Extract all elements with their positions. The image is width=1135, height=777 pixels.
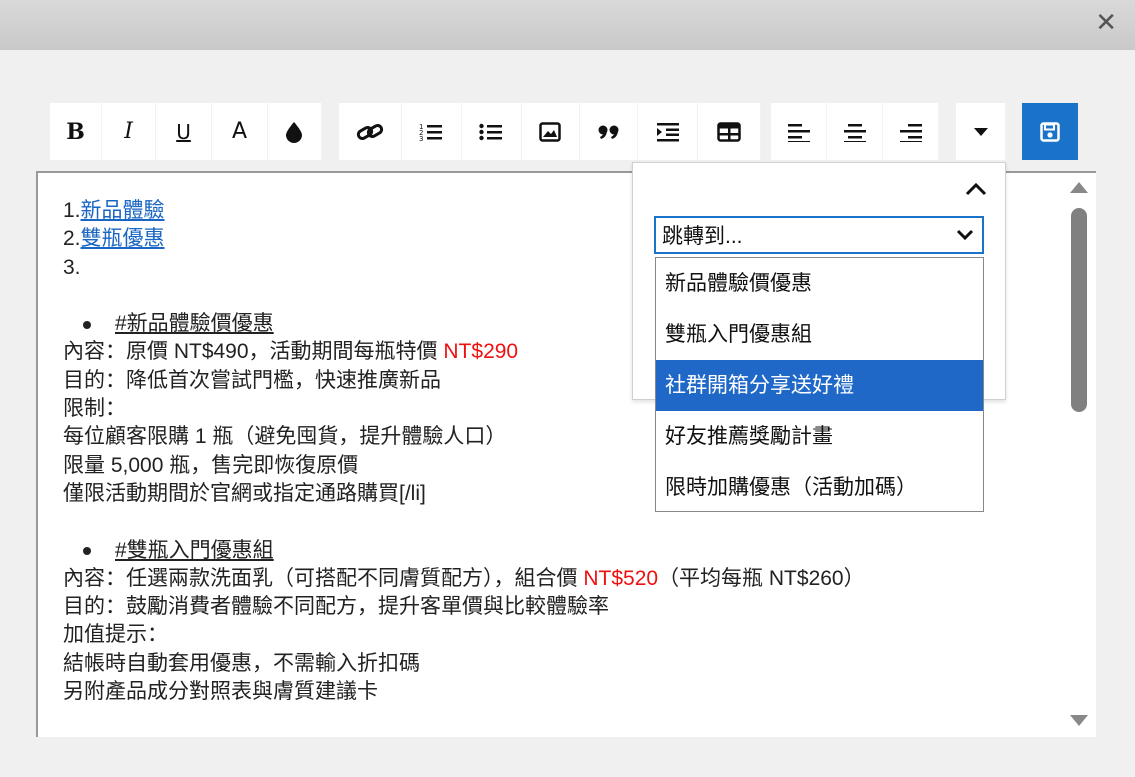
jump-to-options: 新品體驗價優惠 雙瓶入門優惠組 社群開箱分享送好禮 好友推薦獎勵計畫 限時加購優… — [655, 257, 984, 512]
jump-option-selected[interactable]: 社群開箱分享送好禮 — [656, 360, 983, 411]
scroll-thumb[interactable] — [1071, 208, 1087, 412]
unordered-list-icon — [479, 123, 503, 140]
bullet-icon — [83, 547, 91, 556]
vertical-scrollbar[interactable] — [1066, 178, 1094, 734]
link-button[interactable] — [339, 103, 402, 160]
unordered-list-button[interactable] — [462, 103, 522, 160]
link-icon — [356, 123, 384, 140]
image-button[interactable] — [522, 103, 580, 160]
background-color-button[interactable] — [268, 103, 322, 160]
align-center-icon — [843, 123, 866, 142]
italic-icon: I — [124, 119, 133, 144]
toc-link[interactable]: 新品體驗 — [81, 199, 165, 222]
text-color-icon: A — [231, 119, 248, 144]
more-button[interactable] — [956, 103, 1006, 160]
collapse-button[interactable] — [965, 181, 987, 200]
toc-link[interactable]: 雙瓶優惠 — [81, 227, 165, 250]
svg-text:3: 3 — [419, 135, 423, 142]
scroll-down-icon[interactable] — [1070, 715, 1088, 726]
jump-to-select[interactable]: 跳轉到... — [654, 216, 984, 254]
bullet-icon — [83, 320, 91, 329]
image-icon — [539, 121, 562, 142]
jump-option[interactable]: 限時加購優惠（活動加碼） — [656, 462, 983, 511]
format-group: B I U A — [50, 103, 322, 160]
blockquote-button[interactable] — [580, 103, 639, 160]
underline-button[interactable]: U — [156, 103, 213, 160]
dialog-titlebar: ✕ — [0, 0, 1135, 50]
bold-button[interactable]: B — [50, 103, 103, 160]
align-left-button[interactable] — [771, 103, 827, 160]
section-title: #新品體驗價優惠 — [115, 312, 274, 336]
more-group — [956, 103, 1006, 160]
save-icon — [1040, 121, 1060, 142]
jump-option[interactable]: 好友推薦獎勵計畫 — [656, 411, 983, 462]
close-icon[interactable]: ✕ — [1095, 8, 1117, 38]
jump-to-value: 跳轉到... — [662, 225, 743, 248]
bold-icon: B — [66, 118, 85, 145]
font-color-button[interactable]: A — [212, 103, 268, 160]
align-left-icon — [787, 123, 810, 142]
italic-button[interactable]: I — [102, 103, 157, 160]
bonus-line: 結帳時自動套用優惠，不需輸入折扣碼 — [63, 651, 420, 675]
table-icon — [717, 121, 741, 142]
bonus-label: 加值提示： — [63, 623, 168, 647]
chevron-down-icon — [956, 229, 974, 241]
chevron-up-icon — [965, 182, 987, 196]
bonus-line: 另附產品成分對照表與膚質建議卡 — [63, 680, 378, 704]
align-right-icon — [899, 123, 922, 142]
scroll-up-icon[interactable] — [1070, 182, 1088, 193]
price-highlight: NT$290 — [443, 340, 519, 364]
insert-group: 123 — [339, 103, 761, 160]
section-title: #雙瓶入門優惠組 — [115, 538, 274, 562]
jump-option[interactable]: 雙瓶入門優惠組 — [656, 309, 983, 360]
ordered-list-button[interactable]: 123 — [402, 103, 462, 160]
indent-icon — [656, 122, 679, 141]
content-line: 內容：任選兩款洗面乳（可搭配不同膚質配方），組合價 NT$520（平均每瓶 NT… — [63, 566, 865, 590]
align-group — [771, 103, 939, 160]
jump-option[interactable]: 新品體驗價優惠 — [656, 258, 983, 309]
align-right-button[interactable] — [883, 103, 939, 160]
purpose-line: 目的：鼓勵消費者體驗不同配方，提升客單價與比較體驗率 — [63, 595, 609, 619]
caret-down-icon — [973, 127, 988, 136]
underline-icon: U — [176, 119, 191, 144]
align-center-button[interactable] — [827, 103, 883, 160]
section-heading: #雙瓶入門優惠組 — [63, 537, 1063, 565]
droplet-icon — [286, 121, 303, 143]
ordered-list-icon: 123 — [419, 123, 443, 142]
price-highlight: NT$520 — [583, 566, 659, 590]
save-button[interactable] — [1022, 103, 1078, 160]
table-button[interactable] — [698, 103, 761, 160]
indent-button[interactable] — [638, 103, 699, 160]
quote-icon — [598, 125, 618, 139]
